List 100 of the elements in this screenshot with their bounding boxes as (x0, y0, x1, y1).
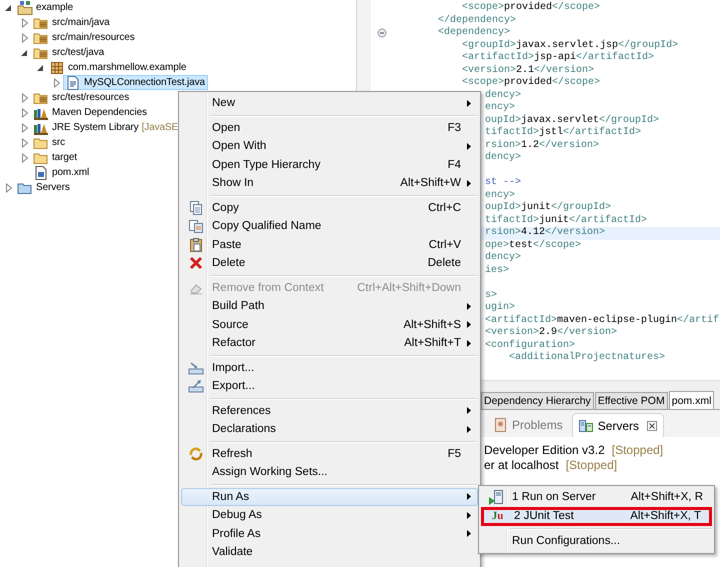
tree-item[interactable]: com.marshmellow.example (47, 60, 190, 75)
tree-item[interactable]: src (31, 135, 68, 150)
menu-item[interactable]: Copy Qualified Name (181, 217, 478, 236)
editor-tab[interactable]: Dependency Hierarchy (481, 392, 594, 409)
code-line: <groupId>javax.servlet.jsp</groupId> (461, 40, 678, 52)
code-line: <artifactId>jsp-api</artifactId> (461, 52, 654, 64)
delete-icon (188, 255, 204, 272)
tree-item[interactable]: MySQLConnectionTest.java (63, 75, 208, 90)
tree-item[interactable]: Maven Dependencies (31, 105, 150, 120)
shortcut-text: Alt+Shift+X, T (630, 510, 701, 522)
menu-item[interactable]: Copy Ctrl+C (181, 198, 478, 217)
code-line: <scope>provided</scope> (461, 77, 600, 90)
view-tab[interactable]: Servers (572, 413, 664, 437)
shortcut-text: Ctrl+C (428, 202, 461, 214)
code-line: rsion>1.2</version> (485, 140, 600, 152)
tree-item[interactable]: src/test/resources (31, 90, 132, 105)
library-version: [JavaSE (142, 122, 178, 133)
code-line: ency> (485, 102, 516, 114)
shortcut-text: F5 (448, 448, 461, 460)
servers-icon (578, 418, 594, 434)
menu-item[interactable]: Build Path (181, 297, 478, 316)
menu-item[interactable]: Source Alt+Shift+S (181, 316, 478, 334)
menu-item[interactable]: Assign Working Sets... (181, 463, 478, 482)
menu-item[interactable]: Validate (181, 543, 478, 562)
shortcut-text: F4 (448, 158, 461, 171)
menu-item[interactable]: Open Type Hierarchy F4 (181, 156, 478, 174)
code-line: dency> (485, 90, 522, 102)
code-line: oupId>junit</groupId> (485, 202, 612, 214)
shortcut-text: Alt+Shift+S (403, 318, 461, 331)
code-line: <version>2.9</version> (485, 327, 618, 340)
code-line: ies> (485, 264, 510, 277)
code-line: oupId>javax.servlet</groupId> (485, 114, 660, 126)
menu-item[interactable]: Open With (181, 137, 478, 156)
code-line: s> (485, 290, 498, 302)
menu-item[interactable]: References (181, 402, 478, 420)
refresh-icon (188, 446, 204, 462)
fold-icon[interactable] (377, 28, 387, 38)
menu-item[interactable]: 1 Run on Server Alt+Shift+X, R (481, 488, 712, 506)
tree-item[interactable]: pom.xml (31, 165, 92, 180)
code-line: <version>2.1</version> (461, 64, 594, 76)
clipboard-icon (188, 236, 204, 253)
export-icon (188, 378, 204, 394)
code-line: dency> (485, 152, 522, 164)
menu-item[interactable]: Run As (181, 488, 478, 506)
shortcut-text: Alt+Shift+T (404, 337, 461, 350)
menu-item[interactable]: Import... (181, 358, 478, 377)
run-server-icon (488, 489, 504, 505)
junit-icon: Ju (492, 510, 504, 522)
pages-icon (188, 218, 204, 234)
code-line: dency> (485, 252, 522, 264)
server-name[interactable]: er at localhost (484, 458, 559, 472)
expand-arrow-icon[interactable] (51, 75, 61, 90)
code-line: ency> (485, 190, 516, 202)
menu-item[interactable]: New (181, 94, 478, 112)
menu-item[interactable]: Refactor Alt+Shift+T (181, 334, 478, 352)
tree-item[interactable]: Servers (15, 180, 73, 195)
expand-arrow-icon[interactable] (19, 90, 29, 105)
view-tab[interactable]: Problems (487, 413, 568, 437)
code-line: ugin> (485, 302, 516, 314)
code-line: <dependency> (437, 27, 510, 40)
menu-item[interactable]: Profile As (181, 524, 478, 543)
menu-item[interactable]: Refresh F5 (181, 444, 478, 463)
shortcut-text: Alt+Shift+X, R (630, 491, 703, 503)
menu-item[interactable]: Open F3 (181, 118, 478, 137)
editor-tab[interactable]: pom.xml (668, 391, 714, 409)
tree-item[interactable]: src/test/java (31, 45, 108, 60)
tree-item[interactable]: src/main/java (31, 15, 113, 30)
expand-arrow-icon[interactable] (19, 15, 29, 30)
menu-item[interactable]: Run Configurations... (481, 532, 712, 550)
menu-item[interactable]: Ju 2 JUnit Test Alt+Shift+X, T (481, 506, 712, 526)
shortcut-text: Delete (428, 257, 461, 270)
copy-icon (188, 200, 204, 216)
code-line: ope>test</scope> (485, 240, 582, 252)
tree-item[interactable]: src/main/resources (31, 30, 138, 45)
server-status: [Stopped] (566, 458, 618, 472)
tree-item[interactable]: example (15, 0, 76, 15)
code-line: tifactId>junit</artifactId> (485, 214, 648, 226)
shortcut-text: Ctrl+V (428, 238, 461, 251)
code-line: tifactId>jstl</artifactId> (485, 127, 642, 140)
tree-item[interactable]: JRE System Library [JavaSE (31, 120, 182, 135)
code-line: </dependency> (437, 14, 516, 26)
shortcut-text: F3 (448, 122, 461, 134)
menu-item[interactable]: Declarations (181, 420, 478, 438)
menu-item[interactable]: Show In Alt+Shift+W (181, 174, 478, 192)
shortcut-text: Alt+Shift+W (400, 177, 461, 190)
code-line: <additionalProjectnatures> (508, 352, 666, 364)
server-status: [Stopped] (612, 442, 664, 456)
expand-arrow-icon[interactable] (3, 180, 13, 195)
code-line: <configuration> (485, 340, 576, 352)
code-line: <scope>provided</scope> (461, 2, 600, 14)
menu-item[interactable]: Export... (181, 377, 478, 396)
close-icon[interactable] (646, 420, 658, 432)
menu-item[interactable]: Delete Delete (181, 254, 478, 272)
menu-item[interactable]: Debug As (181, 506, 478, 524)
menu-item[interactable]: Paste Ctrl+V (181, 236, 478, 254)
tree-item[interactable]: target (31, 150, 80, 165)
server-name[interactable]: Developer Edition v3.2 (484, 442, 605, 456)
import-icon (188, 360, 204, 376)
problems-icon (492, 417, 508, 433)
editor-tab[interactable]: Effective POM (594, 392, 668, 409)
